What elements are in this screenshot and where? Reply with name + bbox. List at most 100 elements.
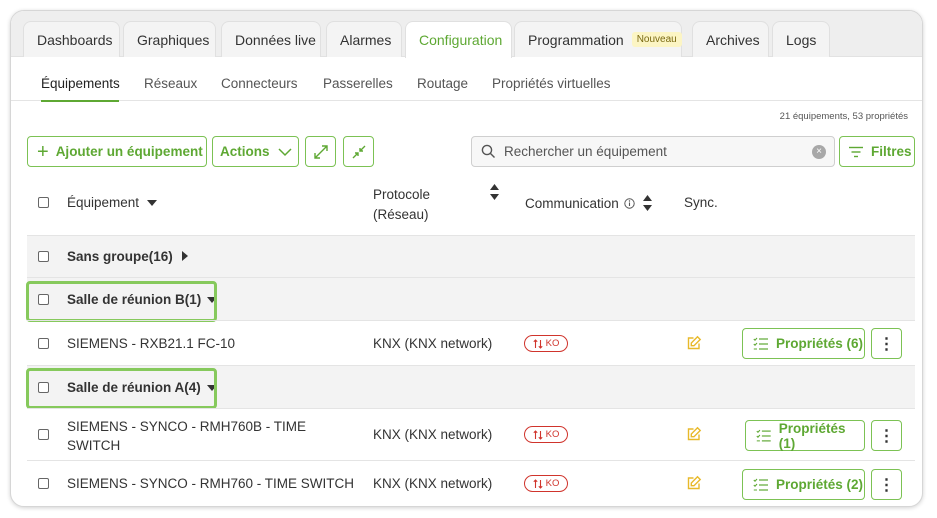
subtab-connecteurs[interactable]: Connecteurs — [221, 76, 298, 91]
caret-down-icon — [146, 200, 157, 206]
search-icon — [481, 144, 495, 158]
equipment-name[interactable]: SIEMENS - RXB21.1 FC-10 — [67, 336, 235, 351]
row-checkbox[interactable] — [38, 429, 49, 440]
equipment-summary: 21 équipements, 53 propriétés — [779, 111, 908, 122]
row-checkbox[interactable] — [38, 338, 49, 349]
tab-label: Données live — [235, 31, 316, 48]
checklist-icon — [753, 478, 768, 491]
properties-button[interactable]: Propriétés (1) — [745, 420, 865, 451]
edit-sync-icon[interactable] — [686, 426, 702, 442]
communication-header-label: Communication — [525, 195, 619, 211]
status-text: KO — [545, 429, 560, 440]
subtabs-divider — [11, 100, 922, 101]
edit-sync-icon[interactable] — [686, 475, 702, 491]
tab-label: Alarmes — [340, 31, 392, 48]
subtab-proprietes-virtuelles[interactable]: Propriétés virtuelles — [492, 76, 611, 91]
table-row[interactable]: SIEMENS - SYNCO - RMH760 - TIME SWITCH K… — [27, 460, 915, 506]
chevron-down-icon — [277, 147, 292, 156]
group-checkbox[interactable] — [38, 251, 49, 262]
equipment-name-line1: SIEMENS - SYNCO - RMH760B - TIME — [67, 419, 307, 434]
more-options-button[interactable]: ⋮ — [871, 328, 902, 359]
app-frame: Dashboards Graphiques Données live Alarm… — [10, 10, 923, 507]
sort-icon[interactable] — [490, 184, 499, 200]
filters-button[interactable]: Filtres — [839, 136, 915, 167]
new-badge: Nouveau — [631, 32, 682, 47]
equipment-name[interactable]: SIEMENS - SYNCO - RMH760 - TIME SWITCH — [67, 476, 354, 491]
table-row[interactable]: SIEMENS - SYNCO - RMH760B - TIME SWITCH … — [27, 408, 915, 460]
status-badge: KO — [524, 426, 568, 443]
add-equipment-label: Ajouter un équipement — [55, 144, 203, 159]
filters-label: Filtres — [871, 144, 912, 159]
subtab-reseaux[interactable]: Réseaux — [144, 76, 197, 91]
caret-right-icon — [181, 251, 188, 261]
actions-label: Actions — [220, 144, 270, 159]
transfer-icon — [533, 429, 543, 440]
communication-column-header[interactable]: Communication — [525, 195, 652, 211]
search-box[interactable]: Rechercher un équipement × — [471, 136, 835, 167]
sub-tab-bar: Équipements Réseaux Connecteurs Passerel… — [11, 57, 922, 103]
active-subtab-indicator — [41, 100, 119, 102]
tab-donnees-live[interactable]: Données live — [221, 21, 321, 57]
equipment-column-header[interactable]: Équipement — [67, 195, 157, 210]
sync-column-header: Sync. — [684, 195, 718, 210]
add-equipment-button[interactable]: + Ajouter un équipement — [27, 136, 207, 167]
status-text: KO — [545, 338, 560, 349]
protocol-column-header[interactable]: Protocole (Réseau) — [373, 185, 430, 225]
tab-label: Archives — [706, 31, 760, 48]
equipment-header-label: Équipement — [67, 195, 140, 210]
tab-dashboards[interactable]: Dashboards — [23, 21, 120, 57]
properties-label: Propriétés (6) — [776, 336, 864, 351]
tab-label: Logs — [786, 31, 817, 48]
equipment-name[interactable]: SIEMENS - SYNCO - RMH760B - TIME SWITCH — [67, 417, 306, 455]
protocol-value: KNX (KNX network) — [373, 427, 493, 442]
expand-button[interactable] — [305, 136, 336, 167]
status-badge: KO — [524, 335, 568, 352]
properties-button[interactable]: Propriétés (2) — [742, 469, 865, 500]
group-label[interactable]: Sans groupe(16) — [67, 249, 188, 264]
row-checkbox[interactable] — [38, 478, 49, 489]
properties-button[interactable]: Propriétés (6) — [742, 328, 865, 359]
tab-programmation[interactable]: Programmation Nouveau — [514, 21, 682, 57]
clear-icon[interactable]: × — [812, 145, 826, 159]
tab-label: Configuration — [419, 32, 503, 48]
protocol-value: KNX (KNX network) — [373, 336, 493, 351]
subtab-equipements[interactable]: Équipements — [41, 76, 120, 91]
tab-label: Dashboards — [37, 31, 113, 48]
more-vertical-icon: ⋮ — [878, 476, 895, 494]
actions-button[interactable]: Actions — [212, 136, 299, 167]
protocol-header-line2: (Réseau) — [373, 207, 429, 222]
edit-sync-icon[interactable] — [686, 335, 702, 351]
status-badge: KO — [524, 475, 568, 492]
collapse-icon — [352, 145, 365, 158]
table-row[interactable]: SIEMENS - RXB21.1 FC-10 KNX (KNX network… — [27, 320, 915, 365]
tab-label: Graphiques — [137, 31, 210, 48]
collapse-button[interactable] — [343, 136, 374, 167]
highlight-box — [26, 281, 217, 322]
protocol-value: KNX (KNX network) — [373, 476, 493, 491]
tab-archives[interactable]: Archives — [692, 21, 769, 57]
main-tab-bar: Dashboards Graphiques Données live Alarm… — [11, 11, 922, 58]
plus-icon: + — [37, 140, 49, 163]
search-input[interactable]: Rechercher un équipement — [504, 144, 667, 159]
group-name: Sans groupe(16) — [67, 249, 173, 264]
subtab-routage[interactable]: Routage — [417, 76, 468, 91]
checklist-icon — [753, 337, 768, 350]
sort-icon[interactable] — [642, 195, 652, 211]
more-vertical-icon: ⋮ — [878, 335, 895, 353]
transfer-icon — [533, 478, 543, 489]
transfer-icon — [533, 338, 543, 349]
protocol-header-line1: Protocole — [373, 187, 431, 202]
tab-graphiques[interactable]: Graphiques — [123, 21, 216, 57]
subtab-passerelles[interactable]: Passerelles — [323, 76, 393, 91]
select-all-checkbox[interactable] — [38, 197, 49, 208]
more-options-button[interactable]: ⋮ — [871, 420, 902, 451]
more-vertical-icon: ⋮ — [878, 427, 895, 445]
more-options-button[interactable]: ⋮ — [871, 469, 902, 500]
tab-alarmes[interactable]: Alarmes — [326, 21, 402, 57]
tab-configuration[interactable]: Configuration — [405, 21, 512, 58]
group-row[interactable]: Sans groupe(16) — [27, 235, 915, 277]
properties-label: Propriétés (1) — [778, 420, 846, 451]
tab-logs[interactable]: Logs — [772, 21, 830, 57]
properties-label: Propriétés (2) — [776, 477, 864, 492]
equipment-name-line2: SWITCH — [67, 438, 121, 453]
